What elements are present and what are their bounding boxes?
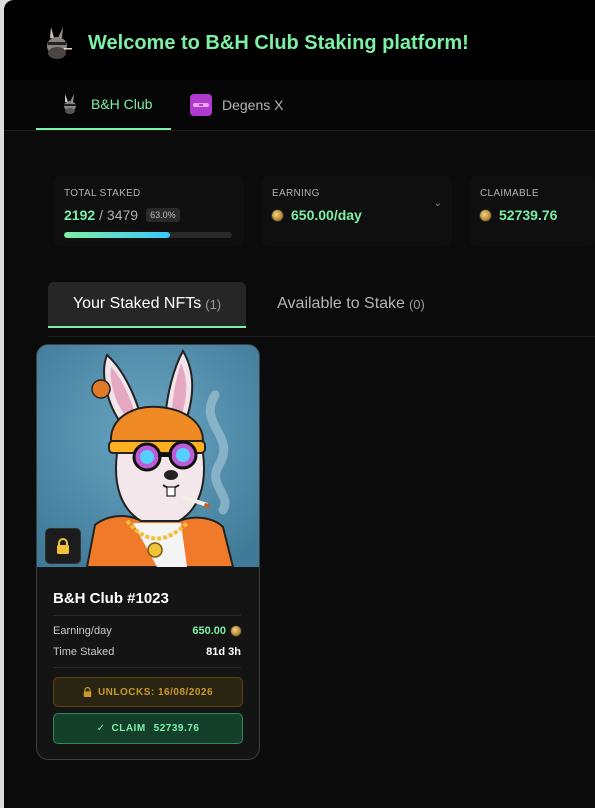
coin-icon	[480, 209, 491, 221]
tab-count: (1)	[205, 296, 222, 312]
lock-icon	[57, 538, 69, 554]
tab-count: (0)	[408, 296, 425, 312]
tab-your-staked-nfts[interactable]: Your Staked NFTs (1)	[48, 282, 246, 328]
staked-progress-bar	[64, 232, 232, 238]
claimable-label: CLAIMABLE	[480, 188, 539, 199]
claimable-amount: 52739.76	[499, 207, 558, 223]
staked-percent-badge: 63.0%	[146, 208, 180, 222]
tab-label: Degens X	[222, 97, 284, 113]
nft-tabs: Your Staked NFTs (1) Available to Stake …	[48, 282, 595, 337]
claim-button[interactable]: ✓ CLAIM 52739.76	[53, 713, 243, 744]
collection-tabs: B&H Club Degens X	[4, 80, 595, 131]
rabbit-logo-icon	[47, 27, 72, 59]
tab-label: B&H Club	[91, 96, 153, 112]
rabbit-avatar-icon	[59, 93, 81, 115]
divider	[53, 615, 241, 616]
progress-fill	[64, 232, 170, 238]
tab-label: Available to Stake	[277, 295, 405, 312]
time-staked-row: Time Staked 81d 3h	[53, 646, 241, 658]
page-title: Welcome to B&H Club Staking platform!	[88, 32, 469, 54]
earning-label: Earning/day	[53, 625, 112, 637]
earning-amount: 650.00	[192, 625, 226, 637]
claimable-card: CLAIMABLE 52739.76	[470, 176, 595, 246]
degens-x-icon	[190, 94, 212, 116]
claim-label: CLAIM	[111, 723, 146, 734]
earning-card: EARNING 650.00/day ⌄	[262, 176, 452, 246]
divider	[53, 667, 241, 668]
claimable-value: 52739.76	[480, 207, 557, 223]
unlock-text: UNLOCKS: 16/08/2026	[97, 686, 214, 698]
nft-name: B&H Club #1023	[53, 590, 169, 607]
lock-icon	[83, 687, 92, 697]
check-icon: ✓	[96, 723, 106, 734]
time-staked-label: Time Staked	[53, 646, 115, 658]
lock-button[interactable]	[45, 528, 81, 564]
total-staked-card: TOTAL STAKED 2192 / 3479 63.0%	[54, 176, 244, 246]
coin-icon	[231, 626, 241, 636]
earning-row: Earning/day 650.00	[53, 625, 241, 637]
earning-label: EARNING	[272, 188, 320, 199]
time-staked-value: 81d 3h	[206, 646, 241, 658]
tab-label: Your Staked NFTs	[72, 295, 202, 312]
total-staked-label: TOTAL STAKED	[64, 188, 141, 199]
earning-value: 650.00	[192, 625, 241, 637]
staked-count: 2192	[64, 207, 96, 223]
app-window: Welcome to B&H Club Staking platform! B&…	[4, 0, 595, 808]
chevron-down-icon[interactable]: ⌄	[434, 198, 442, 209]
earning-amount: 650.00/day	[291, 207, 362, 223]
earning-value: 650.00/day	[272, 207, 362, 223]
tab-degens-x[interactable]: Degens X	[190, 80, 283, 130]
unlock-date-badge: UNLOCKS: 16/08/2026	[53, 677, 243, 707]
nft-card: B&H Club #1023 Earning/day 650.00 Time S…	[36, 344, 260, 760]
supply-total: / 3479	[99, 207, 139, 223]
coin-icon	[272, 209, 283, 221]
total-staked-value: 2192 / 3479 63.0%	[64, 207, 180, 223]
claim-amount: 52739.76	[153, 723, 200, 734]
tab-available-to-stake[interactable]: Available to Stake (0)	[256, 282, 446, 326]
header: Welcome to B&H Club Staking platform!	[4, 0, 595, 81]
tab-bh-club[interactable]: B&H Club	[36, 80, 171, 130]
